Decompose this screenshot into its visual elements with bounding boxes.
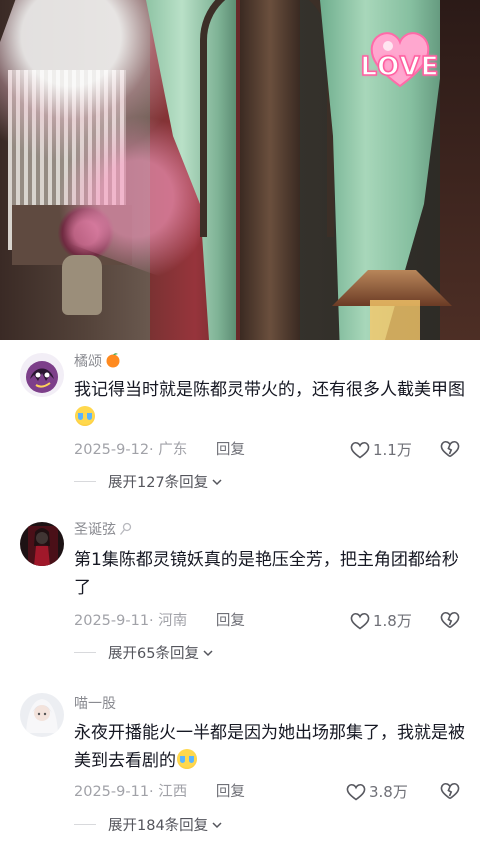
like-count: 1.8万 <box>373 612 412 630</box>
expand-replies-button[interactable]: 展开127条回复 <box>74 473 222 493</box>
comment-location: · 广东 <box>149 442 188 458</box>
door-arch <box>200 0 334 237</box>
expand-replies-button[interactable]: 展开184条回复 <box>74 816 222 836</box>
username-text: 圣诞弦 <box>74 522 116 538</box>
comment-item: 喵一股 永夜开播能火一半都是因为她出场那集了，我就是被美到去看剧的 2025-9… <box>0 683 480 853</box>
divider-line <box>74 481 96 482</box>
love-sticker: LOVE <box>350 26 450 98</box>
chevron-down-icon <box>203 650 213 657</box>
like-button[interactable]: 1.1万 <box>350 440 412 460</box>
orange-emoji-icon <box>105 352 121 373</box>
reply-button[interactable]: 回复 <box>216 613 245 629</box>
dislike-button[interactable] <box>440 782 460 804</box>
username[interactable]: 橘颂 <box>74 352 121 373</box>
comment-meta: 2025-9-11· 江西 回复 <box>74 782 245 802</box>
comment-location: · 河南 <box>149 613 188 629</box>
expand-replies-label: 展开65条回复 <box>108 646 199 662</box>
heart-outline-icon <box>350 612 370 630</box>
chevron-down-icon <box>212 479 222 486</box>
dislike-button[interactable] <box>440 440 460 462</box>
reply-button[interactable]: 回复 <box>216 784 245 800</box>
dislike-button[interactable] <box>440 611 460 633</box>
chevron-down-icon <box>212 822 222 829</box>
broken-heart-icon <box>440 611 460 629</box>
vase <box>62 255 102 315</box>
lamp-glow <box>370 300 420 340</box>
divider-line <box>74 652 96 653</box>
expand-replies-label: 展开127条回复 <box>108 475 209 491</box>
avatar[interactable] <box>20 693 64 737</box>
broken-heart-icon <box>440 782 460 800</box>
username[interactable]: 喵一股 <box>74 695 116 713</box>
expand-replies-button[interactable]: 展开65条回复 <box>74 644 213 664</box>
comment-text: 永夜开播能火一半都是因为她出场那集了，我就是被美到去看剧的 <box>74 723 465 771</box>
expand-replies-label: 展开184条回复 <box>108 818 209 834</box>
comment-text: 第1集陈都灵镜妖真的是艳压全芳，把主角团都给秒了 <box>74 550 459 598</box>
username[interactable]: 圣诞弦 <box>74 521 132 541</box>
like-button[interactable]: 1.8万 <box>350 611 412 631</box>
like-count: 3.8万 <box>369 783 408 801</box>
crying-emoji-icon <box>75 406 95 426</box>
comment-date: 2025-9-12 <box>74 442 150 458</box>
divider-line <box>74 824 96 825</box>
comment-date: 2025-9-11 <box>74 613 150 629</box>
lollipop-icon <box>119 522 132 541</box>
comment-text: 我记得当时就是陈都灵带火的，还有很多人截美甲图 <box>74 376 466 432</box>
comment-date: 2025-9-11 <box>74 784 150 800</box>
avatar[interactable] <box>20 353 64 397</box>
heart-outline-icon <box>350 441 370 459</box>
video-frame[interactable]: LOVE <box>0 0 480 340</box>
comment-item: 橘颂 我记得当时就是陈都灵带火的，还有很多人截美甲图 2025-9-12· 广东… <box>0 340 480 500</box>
comment-location: · 江西 <box>149 784 188 800</box>
comment-meta: 2025-9-12· 广东 回复 <box>74 440 245 460</box>
comment-item: 圣诞弦 第1集陈都灵镜妖真的是艳压全芳，把主角团都给秒了 2025-9-11· … <box>0 510 480 680</box>
username-text: 橘颂 <box>74 354 102 370</box>
love-sticker-text: LOVE <box>360 51 440 83</box>
like-count: 1.1万 <box>373 441 412 459</box>
username-text: 喵一股 <box>74 696 116 712</box>
broken-heart-icon <box>440 440 460 458</box>
avatar[interactable] <box>20 522 64 566</box>
reply-button[interactable]: 回复 <box>216 442 245 458</box>
crying-emoji-icon <box>177 749 197 769</box>
like-button[interactable]: 3.8万 <box>346 782 408 802</box>
comment-meta: 2025-9-11· 河南 回复 <box>74 611 245 631</box>
heart-outline-icon <box>346 783 366 801</box>
